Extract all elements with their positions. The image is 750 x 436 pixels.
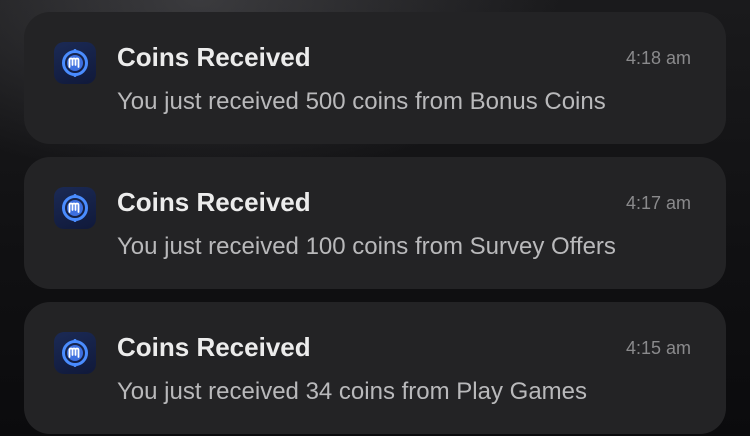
- notification-card[interactable]: Coins Received 4:15 am You just received…: [24, 302, 726, 434]
- notification-title: Coins Received: [117, 187, 311, 217]
- notification-message: You just received 100 coins from Survey …: [117, 233, 616, 260]
- notification-message: You just received 34 coins from Play Gam…: [117, 378, 588, 405]
- app-coin-icon: [54, 332, 96, 374]
- app-coin-icon: [54, 187, 96, 229]
- notification-title: Coins Received: [117, 332, 311, 362]
- notification-time: 4:18 am: [625, 48, 691, 68]
- notification-card[interactable]: Coins Received 4:17 am You just received…: [24, 157, 726, 289]
- notification-title: Coins Received: [117, 42, 311, 72]
- notification-time: 4:15 am: [625, 338, 691, 358]
- notification-shade: Coins Received 4:18 am You just received…: [0, 0, 750, 436]
- app-coin-icon: [54, 42, 96, 84]
- notification-time: 4:17 am: [625, 193, 691, 213]
- notification-message: You just received 500 coins from Bonus C…: [117, 88, 606, 115]
- notification-card[interactable]: Coins Received 4:18 am You just received…: [24, 12, 726, 144]
